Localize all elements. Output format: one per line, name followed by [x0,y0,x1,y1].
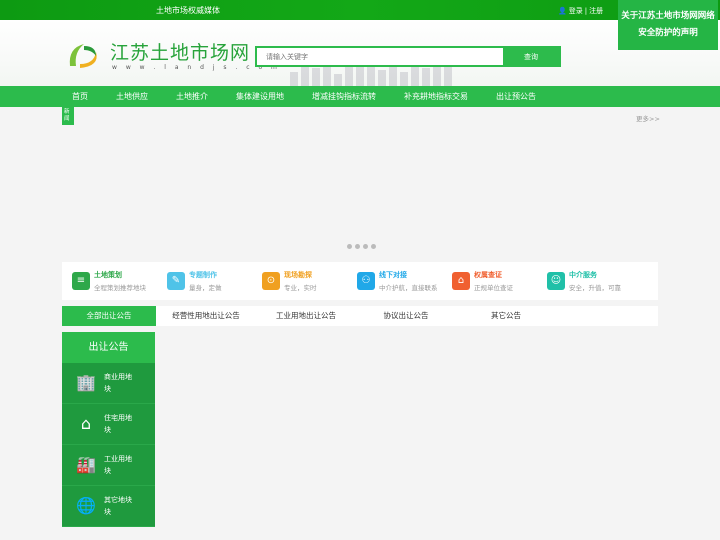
notice-line2: 安全防护的声明 [638,28,698,38]
pencil-icon: ✎ [167,272,185,290]
sidebar: 出让公告 🏢 商业用地块 ⌂ 住宅用地块 🏭 工业用地块 🌐 其它地块块 [62,332,155,527]
tab-industrial[interactable]: 工业用地出让公告 [256,306,356,326]
service-title: 中介服务 [569,271,597,279]
service-title: 专题制作 [189,271,217,279]
nav-farmland-quota[interactable]: 补充耕地指标交易 [404,86,468,107]
more-news-link[interactable]: 更多>> [636,113,660,123]
nav-quota-transfer[interactable]: 增减挂钩指标流转 [312,86,376,107]
service-item[interactable]: ⊙ 现场勘探专业，实时 [262,262,357,300]
service-item[interactable]: ⚇ 线下对接中介护航，直接联系 [357,262,452,300]
security-notice-link[interactable]: 关于江苏土地市场网网络 安全防护的声明 [618,0,718,50]
service-desc: 安全，升值，可靠 [569,284,621,292]
logo-icon[interactable] [66,40,102,72]
service-title: 权属查证 [474,271,502,279]
factory-icon: 🏭 [76,455,96,474]
tab-agreement[interactable]: 协议出让公告 [356,306,456,326]
tab-commercial[interactable]: 经营性用地出让公告 [156,306,256,326]
user-icon: 👤 [558,7,567,15]
service-desc: 专业，实时 [284,284,317,292]
sidebar-item-industrial[interactable]: 🏭 工业用地块 [62,445,155,486]
sidebar-item-label: 其它地块块 [104,496,132,516]
service-item[interactable]: ✎ 专题制作量身，定做 [167,262,262,300]
service-desc: 量身，定做 [189,284,222,292]
service-item[interactable]: ☺ 中介服务安全，升值，可靠 [547,262,642,300]
nav-pre-announcement[interactable]: 出让预公告 [496,86,536,107]
people-icon: ⚇ [357,272,375,290]
house-icon: ⌂ [80,414,92,433]
news-tag: 新闻 [62,107,74,125]
service-item[interactable]: ⌂ 权属查证正规单位查证 [452,262,547,300]
carousel-dots [347,244,376,249]
slogan: 土地市场权威媒体 [156,6,220,15]
top-bar: 土地市场权威媒体 👤 登录 | 注册 [0,0,720,20]
service-desc: 正规单位查证 [474,284,513,292]
service-title: 土地策划 [94,271,122,279]
sidebar-item-other[interactable]: 🌐 其它地块块 [62,486,155,527]
service-title: 现场勘探 [284,271,312,279]
buildings-icon: 🏢 [76,373,96,392]
carousel-dot[interactable] [371,244,376,249]
nav-land-supply[interactable]: 土地供应 [116,86,148,107]
header: 江苏土地市场网 w w w . l a n d j s . c o m 查询 [0,20,720,86]
search-input[interactable] [257,48,503,65]
service-desc: 中介护航，直接联系 [379,284,438,292]
stamp-icon: ⌂ [452,272,470,290]
globe-icon: 🌐 [76,496,96,515]
sidebar-item-label: 商业用地块 [104,373,132,393]
sidebar-item-label: 工业用地块 [104,455,132,475]
sidebar-title: 出让公告 [62,332,155,363]
register-link[interactable]: 注册 [589,6,603,16]
services-strip: ≡ 土地策划 全程策划推荐地块 ✎ 专题制作 量身，定做 ⊙ 现场勘探 专业，实时 ⚇ 线下对接 中介… [62,262,658,300]
tab-all[interactable]: 全部出让公告 [62,306,156,326]
sidebar-item-label: 住宅用地块 [104,414,132,434]
notice-line1: 关于江苏土地市场网网络 [621,11,715,21]
nav-land-promotion[interactable]: 土地推介 [176,86,208,107]
service-item[interactable]: ≡ 土地策划全程策划推荐地块 [72,262,167,300]
login-area: 👤 登录 | 注册 [558,6,603,16]
login-link[interactable]: 登录 [569,6,583,16]
search-button[interactable]: 查询 [503,48,559,65]
person-icon: ☺ [547,272,565,290]
document-icon: ≡ [72,272,90,290]
service-title: 线下对接 [379,271,407,279]
announcement-tabs: 全部出让公告 经营性用地出让公告 工业用地出让公告 协议出让公告 其它公告 [62,306,658,326]
service-desc: 全程策划推荐地块 [94,284,146,292]
location-icon: ⊙ [262,272,280,290]
sidebar-item-residential[interactable]: ⌂ 住宅用地块 [62,404,155,445]
site-title: 江苏土地市场网 [110,42,251,64]
main-nav: 首页 土地供应 土地推介 集体建设用地 增减挂钩指标流转 补充耕地指标交易 出让… [0,86,720,107]
banner-carousel: 新闻 更多>> [0,107,720,258]
sidebar-item-commercial[interactable]: 🏢 商业用地块 [62,363,155,404]
carousel-dot[interactable] [355,244,360,249]
separator: | [584,7,588,15]
tab-other[interactable]: 其它公告 [456,306,556,326]
nav-collective-land[interactable]: 集体建设用地 [236,86,284,107]
carousel-dot[interactable] [363,244,368,249]
carousel-dot[interactable] [347,244,352,249]
search-bar: 查询 [255,46,561,67]
nav-home[interactable]: 首页 [72,86,88,107]
